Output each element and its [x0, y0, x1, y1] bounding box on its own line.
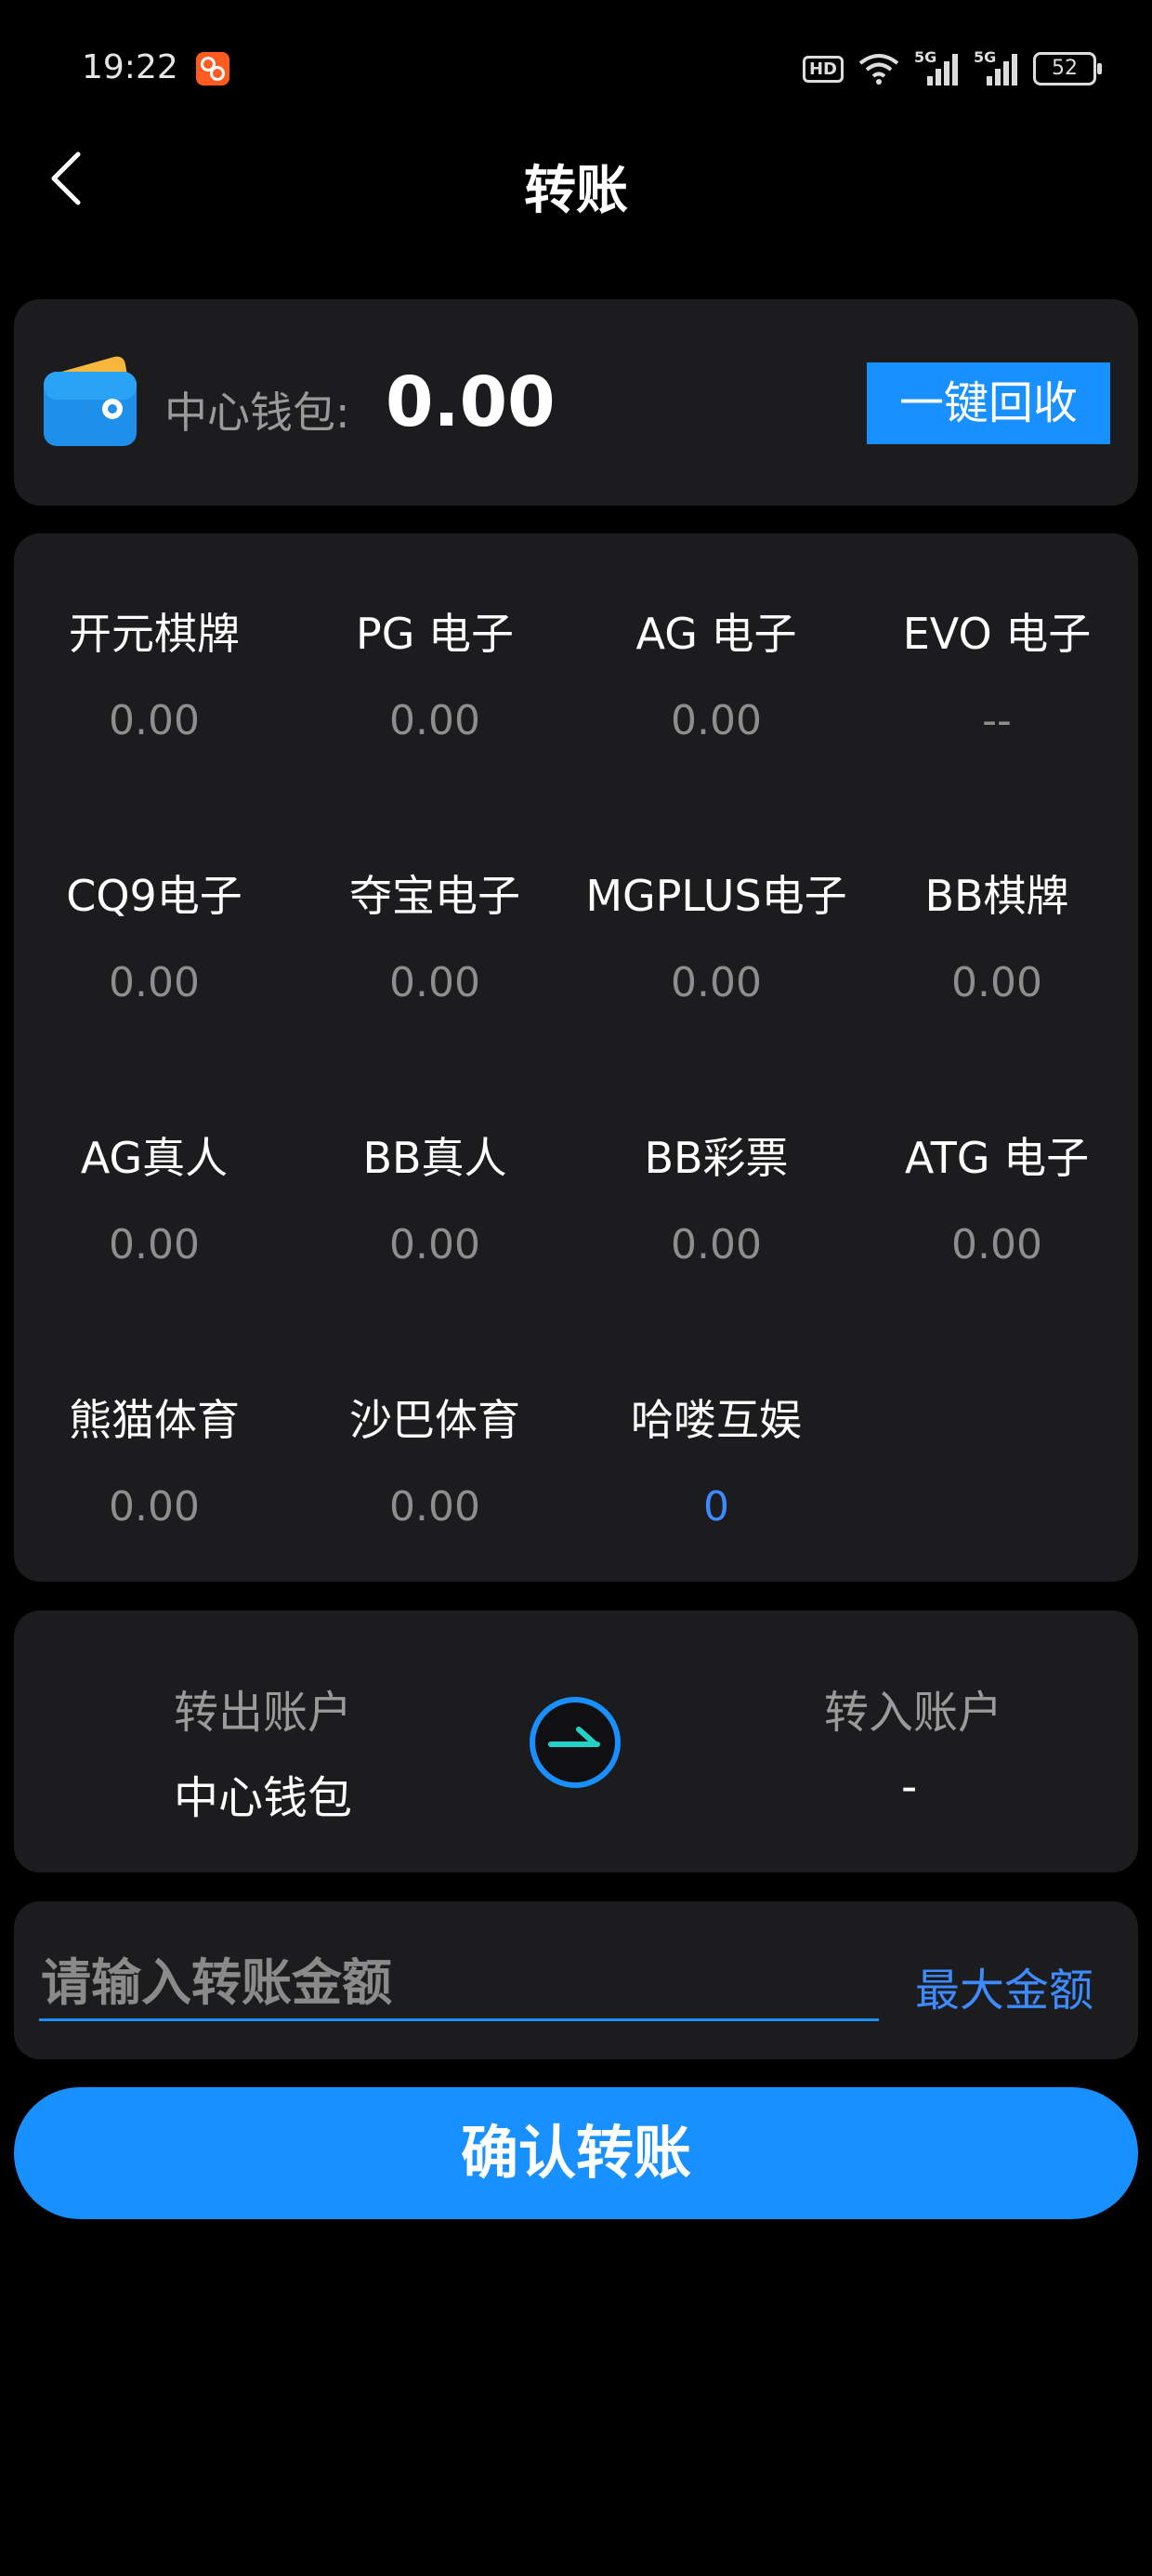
platform-balance: 0.00 [671, 1221, 762, 1268]
app-notification-icon [196, 52, 229, 85]
platform-item: CQ9电子 0.00 [14, 862, 295, 1006]
platform-item: MGPLUS电子 0.00 [576, 862, 857, 1006]
swap-direction-icon[interactable] [527, 1694, 623, 1791]
platform-name: AG真人 [80, 1133, 229, 1183]
wallet-label: 中心钱包: [164, 388, 350, 438]
platform-balance: 0.00 [951, 959, 1042, 1006]
platform-name: ATG 电子 [904, 1133, 1090, 1183]
platform-balance: 0.00 [389, 959, 480, 1006]
status-time: 19:22 [82, 48, 178, 86]
platform-balance: 0.00 [109, 1221, 200, 1268]
platform-balance: 0.00 [389, 1483, 480, 1531]
platform-item: BB彩票 0.00 [576, 1124, 857, 1268]
platform-item: AG真人 0.00 [14, 1124, 295, 1268]
transfer-out-label: 转出账户 [174, 1687, 353, 1739]
battery-icon: 52 [1033, 52, 1102, 85]
hd-call-icon: HD [802, 55, 844, 83]
platform-item: PG 电子 0.00 [295, 600, 575, 744]
platform-name: BB真人 [362, 1133, 507, 1183]
platform-name: PG 电子 [355, 609, 514, 659]
wallet-balance: 0.00 [386, 362, 556, 442]
platform-balance: 0.00 [109, 1483, 200, 1531]
platform-item: BB棋牌 0.00 [857, 862, 1137, 1006]
confirm-transfer-button[interactable]: 确认转账 [14, 2087, 1138, 2219]
platform-balance: 0.00 [951, 1221, 1042, 1268]
platform-name: BB彩票 [644, 1133, 789, 1183]
platform-balance: 0.00 [389, 1221, 480, 1268]
platform-balance: 0 [703, 1483, 729, 1531]
platform-name: 开元棋牌 [69, 609, 240, 659]
platform-name: BB棋牌 [924, 871, 1069, 921]
transfer-accounts-card: 转出账户 中心钱包 转入账户 - [14, 1610, 1138, 1873]
platform-name: AG 电子 [635, 609, 797, 659]
platform-name: 沙巴体育 [349, 1395, 520, 1445]
transfer-out-account[interactable]: 中心钱包 [174, 1761, 352, 1826]
platform-item: ATG 电子 0.00 [857, 1124, 1137, 1268]
page-title: 转账 [524, 161, 628, 221]
platform-item: 熊猫体育 0.00 [14, 1387, 295, 1531]
platform-item: 开元棋牌 0.00 [14, 600, 295, 744]
transfer-amount-input[interactable] [39, 1946, 879, 2021]
platform-balance: 0.00 [389, 697, 480, 744]
platform-item: 夺宝电子 0.00 [295, 862, 575, 1006]
platform-item: 沙巴体育 0.00 [295, 1387, 575, 1531]
platform-item: AG 电子 0.00 [576, 600, 857, 744]
transfer-in-account[interactable]: - [901, 1761, 917, 1813]
platform-name: MGPLUS电子 [585, 871, 847, 921]
status-bar: 19:22 HD 5G 5G 52 [0, 0, 1152, 139]
max-amount-button[interactable]: 最大金额 [915, 1953, 1093, 2018]
signal-5g-icon-2: 5G [974, 48, 1018, 85]
platform-name: 夺宝电子 [349, 871, 520, 921]
platform-name: EVO 电子 [902, 609, 1092, 659]
transfer-in-label: 转入账户 [824, 1687, 1003, 1739]
signal-5g-icon-1: 5G [914, 48, 959, 85]
platform-item: EVO 电子 -- [857, 600, 1137, 744]
central-wallet-card: 中心钱包: 0.00 一键回收 [14, 299, 1138, 506]
wifi-icon [858, 54, 899, 85]
platform-name: CQ9电子 [66, 871, 242, 921]
wallet-icon [44, 356, 137, 446]
platform-balance: 0.00 [671, 697, 762, 744]
platform-balance: 0.00 [671, 959, 762, 1006]
platform-balance: 0.00 [109, 697, 200, 744]
one-click-recycle-button[interactable]: 一键回收 [867, 362, 1110, 444]
platform-balance-grid: 开元棋牌 0.00 PG 电子 0.00 AG 电子 0.00 EVO 电子 -- CQ9电子 0… [14, 533, 1138, 1582]
platform-balance: 0.00 [109, 959, 200, 1006]
platform-balance: -- [982, 697, 1012, 744]
status-icons: HD 5G 5G 52 [802, 48, 1102, 89]
platform-item: BB真人 0.00 [295, 1124, 575, 1268]
platform-name: 熊猫体育 [69, 1395, 240, 1445]
platform-name: 哈喽互娱 [631, 1395, 802, 1445]
platform-item: 哈喽互娱 0 [576, 1387, 857, 1531]
amount-card: 最大金额 [14, 1901, 1138, 2059]
